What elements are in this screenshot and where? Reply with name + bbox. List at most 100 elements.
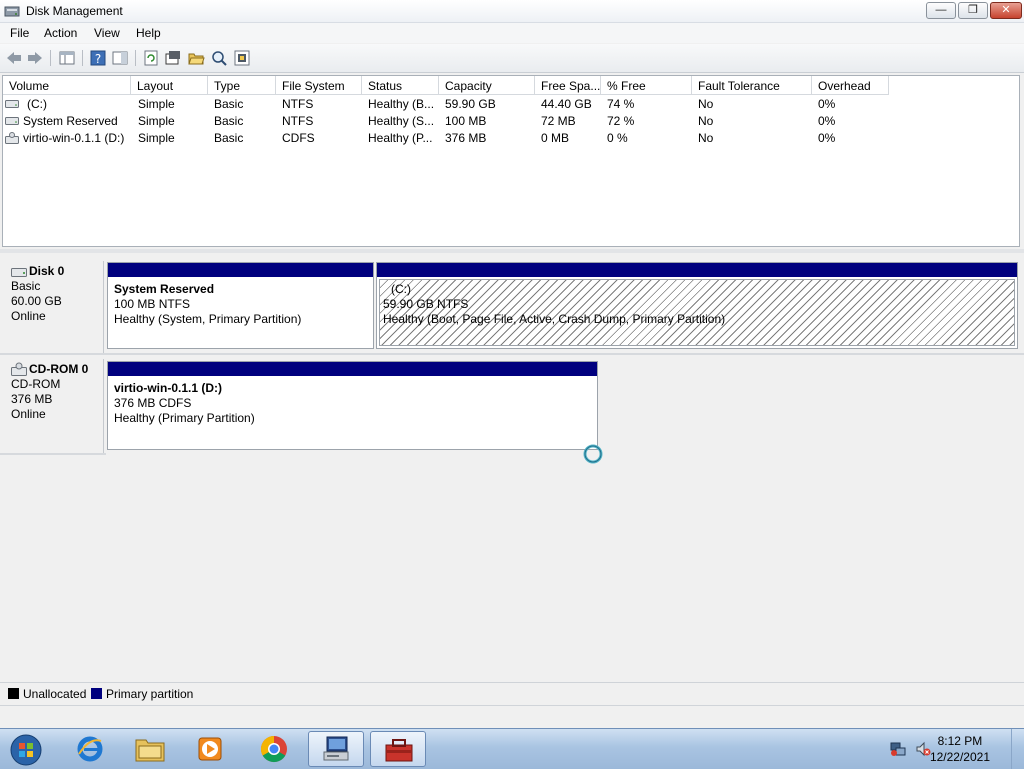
column-free-space[interactable]: Free Spa... xyxy=(535,76,601,95)
pane-splitter[interactable] xyxy=(0,249,1024,253)
cell-type: Basic xyxy=(214,131,244,145)
taskbar-toolbox[interactable] xyxy=(370,731,426,767)
primary-partition-bar xyxy=(108,263,373,277)
partition-status: Healthy (Boot, Page File, Active, Crash … xyxy=(383,312,726,326)
menu-bar: File Action View Help xyxy=(0,23,1024,43)
toolbar: ? xyxy=(0,44,1024,73)
partition-status: Healthy (System, Primary Partition) xyxy=(114,312,302,326)
taskbar-media-player[interactable] xyxy=(182,731,238,767)
legend-unallocated: Unallocated xyxy=(23,687,87,701)
legend-primary-partition: Primary partition xyxy=(106,687,194,701)
taskbar-internet-explorer[interactable] xyxy=(62,731,118,767)
close-button[interactable]: ✕ xyxy=(990,2,1022,19)
disk-0-info[interactable]: Disk 0 Basic 60.00 GB Online xyxy=(2,261,104,353)
table-row[interactable]: System Reserved Simple Basic NTFS Health… xyxy=(3,113,1019,130)
partition-size: 376 MB CDFS xyxy=(114,396,192,410)
minimize-button[interactable]: — xyxy=(926,2,956,19)
svg-text:?: ? xyxy=(95,52,101,66)
cdrom-0-info[interactable]: CD-ROM 0 CD-ROM 376 MB Online xyxy=(2,359,104,453)
cell-volume: System Reserved xyxy=(23,114,118,128)
menu-action[interactable]: Action xyxy=(44,26,77,40)
open-folder-icon[interactable] xyxy=(187,49,205,67)
cell-fault-tolerance: No xyxy=(698,97,714,111)
taskbar: 8:12 PM 12/22/2021 xyxy=(0,728,1024,769)
legend: Unallocated Primary partition xyxy=(0,682,1024,705)
partition-c-drive[interactable]: (C:) 59.90 GB NTFS Healthy (Boot, Page F… xyxy=(376,262,1018,349)
column-percent-free[interactable]: % Free xyxy=(601,76,692,95)
menu-view[interactable]: View xyxy=(94,26,120,40)
volume-list[interactable]: Volume Layout Type File System Status Ca… xyxy=(2,75,1020,247)
menu-file[interactable]: File xyxy=(10,26,29,40)
column-layout[interactable]: Layout xyxy=(131,76,208,95)
restore-button[interactable]: ❐ xyxy=(958,2,988,19)
taskbar-disk-management[interactable] xyxy=(308,731,364,767)
back-icon[interactable] xyxy=(5,49,23,67)
column-file-system[interactable]: File System xyxy=(276,76,362,95)
cell-free-space: 72 MB xyxy=(541,114,576,128)
cell-file-system: NTFS xyxy=(282,114,314,128)
partition-system-reserved[interactable]: System Reserved 100 MB NTFS Healthy (Sys… xyxy=(107,262,374,349)
cd-drive-icon xyxy=(5,132,19,144)
primary-partition-bar xyxy=(377,263,1017,277)
partition-name: (C:) xyxy=(391,282,411,296)
column-fault-tolerance[interactable]: Fault Tolerance xyxy=(692,76,812,95)
table-row[interactable]: (C:) Simple Basic NTFS Healthy (B... 59.… xyxy=(3,96,1019,113)
disk-management-icon xyxy=(323,736,349,761)
cell-free-space: 0 MB xyxy=(541,131,570,145)
rescan-icon[interactable] xyxy=(164,49,182,67)
table-row[interactable]: virtio-win-0.1.1 (D:) Simple Basic CDFS … xyxy=(3,130,1019,147)
partition-details: (C:) 59.90 GB NTFS Healthy (Boot, Page F… xyxy=(383,282,725,327)
column-type[interactable]: Type xyxy=(208,76,276,95)
show-desktop-button[interactable] xyxy=(1011,729,1024,769)
cell-free-space: 44.40 GB xyxy=(541,97,592,111)
windows-explorer-icon xyxy=(135,739,165,762)
cell-overhead: 0% xyxy=(818,131,836,145)
column-volume[interactable]: Volume xyxy=(3,76,131,95)
drive-icon xyxy=(5,117,19,125)
clock-time: 8:12 PM xyxy=(937,734,983,748)
column-capacity[interactable]: Capacity xyxy=(439,76,535,95)
volume-muted-icon[interactable] xyxy=(915,741,931,757)
drive-icon xyxy=(5,100,19,108)
taskbar-windows-explorer[interactable] xyxy=(122,731,178,767)
forward-icon[interactable] xyxy=(26,49,44,67)
partition-status: Healthy (Primary Partition) xyxy=(114,411,255,425)
cell-percent-free: 72 % xyxy=(607,114,635,128)
unallocated-swatch xyxy=(8,688,19,699)
help-panel-icon[interactable] xyxy=(111,49,129,67)
menu-help[interactable]: Help xyxy=(136,26,161,40)
disk-size: 60.00 GB xyxy=(11,294,62,308)
start-button[interactable] xyxy=(0,731,52,767)
busy-cursor-icon xyxy=(583,444,603,464)
disk-type: Basic xyxy=(11,279,41,293)
partition-name: virtio-win-0.1.1 (D:) xyxy=(114,381,223,395)
status-bar xyxy=(0,705,1024,728)
taskbar-chrome[interactable] xyxy=(246,731,302,767)
title-bar: Disk Management — ❐ ✕ xyxy=(0,0,1024,23)
cell-volume: virtio-win-0.1.1 (D:) xyxy=(23,131,125,145)
partition-name: System Reserved xyxy=(114,282,215,296)
internet-explorer-icon xyxy=(77,736,103,762)
cell-status: Healthy (B... xyxy=(368,97,435,111)
partition-size: 100 MB NTFS xyxy=(114,297,191,311)
help-icon[interactable]: ? xyxy=(89,49,107,67)
window-title: Disk Management xyxy=(26,4,123,18)
media-player-icon xyxy=(198,737,222,761)
cell-volume: (C:) xyxy=(27,97,47,111)
properties-panel-icon[interactable] xyxy=(58,49,76,67)
cell-fault-tolerance: No xyxy=(698,131,714,145)
cell-status: Healthy (S... xyxy=(368,114,435,128)
cell-type: Basic xyxy=(214,97,244,111)
disk-state: Online xyxy=(11,407,46,421)
column-status[interactable]: Status xyxy=(362,76,439,95)
system-clock[interactable]: 8:12 PM 12/22/2021 xyxy=(930,733,990,765)
partition-cd-drive[interactable]: virtio-win-0.1.1 (D:) 376 MB CDFS Health… xyxy=(107,361,598,450)
settings-icon[interactable] xyxy=(233,49,251,67)
cell-type: Basic xyxy=(214,114,244,128)
network-icon[interactable] xyxy=(890,741,906,757)
column-overhead[interactable]: Overhead xyxy=(812,76,889,95)
disk-type: CD-ROM xyxy=(11,377,61,391)
cell-overhead: 0% xyxy=(818,114,836,128)
explore-icon[interactable] xyxy=(210,49,228,67)
refresh-icon[interactable] xyxy=(142,49,160,67)
